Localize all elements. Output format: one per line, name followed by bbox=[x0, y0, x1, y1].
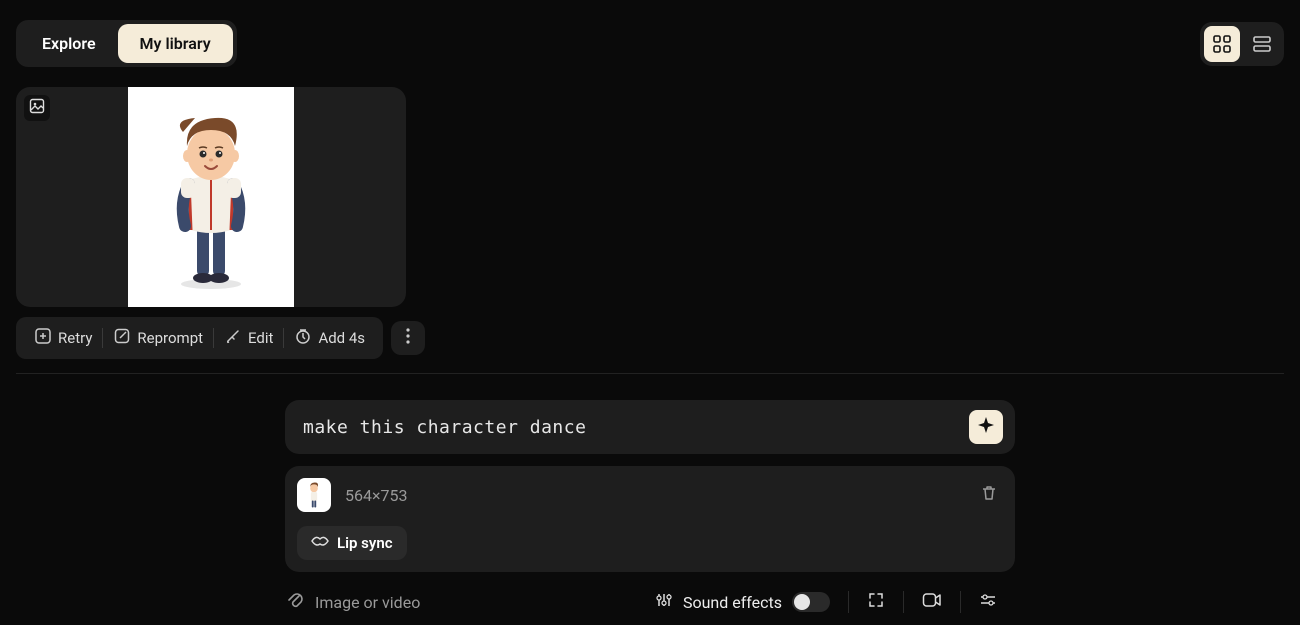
sliders-icon bbox=[655, 591, 673, 613]
lip-sync-label: Lip sync bbox=[337, 534, 393, 552]
tab-explore[interactable]: Explore bbox=[20, 24, 118, 63]
brush-icon bbox=[224, 327, 242, 349]
add-4s-button[interactable]: Add 4s bbox=[284, 323, 375, 353]
more-options-button[interactable] bbox=[391, 321, 425, 355]
edit-label: Edit bbox=[248, 329, 273, 347]
reprompt-label: Reprompt bbox=[137, 329, 203, 347]
aspect-ratio-button[interactable] bbox=[849, 591, 903, 613]
attachment-dimensions: 564×753 bbox=[345, 486, 961, 505]
camera-button[interactable] bbox=[904, 592, 960, 612]
action-pill: Retry Reprompt Edit Add 4s bbox=[16, 317, 383, 359]
top-bar: Explore My library bbox=[0, 0, 1300, 67]
library-row: Retry Reprompt Edit Add 4s bbox=[0, 67, 1300, 359]
edit-prompt-icon bbox=[113, 327, 131, 349]
prompt-input[interactable] bbox=[303, 417, 969, 438]
sound-effects-toggle[interactable] bbox=[792, 592, 830, 612]
edit-button[interactable]: Edit bbox=[214, 323, 283, 353]
tab-my-library[interactable]: My library bbox=[118, 24, 233, 63]
reprompt-button[interactable]: Reprompt bbox=[103, 323, 213, 353]
attachment-thumbnail[interactable] bbox=[297, 478, 331, 512]
video-camera-icon bbox=[922, 592, 942, 612]
nav-tab-group: Explore My library bbox=[16, 20, 237, 67]
retry-icon bbox=[34, 327, 52, 349]
upload-button[interactable]: Image or video bbox=[285, 590, 420, 614]
library-item-card[interactable] bbox=[16, 87, 406, 307]
composer-footer: Image or video Sound effects bbox=[285, 590, 1015, 614]
lips-icon bbox=[311, 534, 329, 552]
grid-icon bbox=[1213, 35, 1231, 53]
sparkle-icon bbox=[977, 416, 995, 438]
item-action-bar: Retry Reprompt Edit Add 4s bbox=[16, 317, 1284, 359]
section-divider bbox=[16, 373, 1284, 374]
tune-icon bbox=[979, 591, 997, 613]
prompt-input-row bbox=[285, 400, 1015, 454]
paperclip-icon bbox=[285, 590, 305, 614]
view-grid-button[interactable] bbox=[1204, 26, 1240, 62]
lip-sync-chip[interactable]: Lip sync bbox=[297, 526, 407, 560]
list-icon bbox=[1253, 35, 1271, 53]
card-thumbnail bbox=[128, 87, 294, 307]
view-list-button[interactable] bbox=[1244, 26, 1280, 62]
attachment-row: 564×753 bbox=[297, 478, 1003, 512]
item-type-badge bbox=[24, 95, 50, 121]
add-4s-label: Add 4s bbox=[318, 329, 365, 347]
expand-icon bbox=[867, 591, 885, 613]
kebab-icon bbox=[406, 328, 410, 348]
image-icon bbox=[29, 98, 45, 118]
upload-label: Image or video bbox=[315, 593, 420, 612]
character-illustration bbox=[151, 102, 271, 292]
sound-effects-label: Sound effects bbox=[683, 593, 782, 612]
retry-label: Retry bbox=[58, 329, 92, 347]
sound-effects-control[interactable]: Sound effects bbox=[637, 591, 848, 613]
trash-icon bbox=[980, 484, 998, 506]
view-toggle-group bbox=[1200, 22, 1284, 66]
remove-attachment-button[interactable] bbox=[975, 481, 1003, 509]
enhance-prompt-button[interactable] bbox=[969, 410, 1003, 444]
prompt-panel: 564×753 Lip sync Image or video bbox=[285, 400, 1015, 614]
retry-button[interactable]: Retry bbox=[24, 323, 102, 353]
footer-tools: Sound effects bbox=[637, 591, 1015, 613]
settings-button[interactable] bbox=[961, 591, 1015, 613]
timer-icon bbox=[294, 327, 312, 349]
attachment-card: 564×753 Lip sync bbox=[285, 466, 1015, 572]
